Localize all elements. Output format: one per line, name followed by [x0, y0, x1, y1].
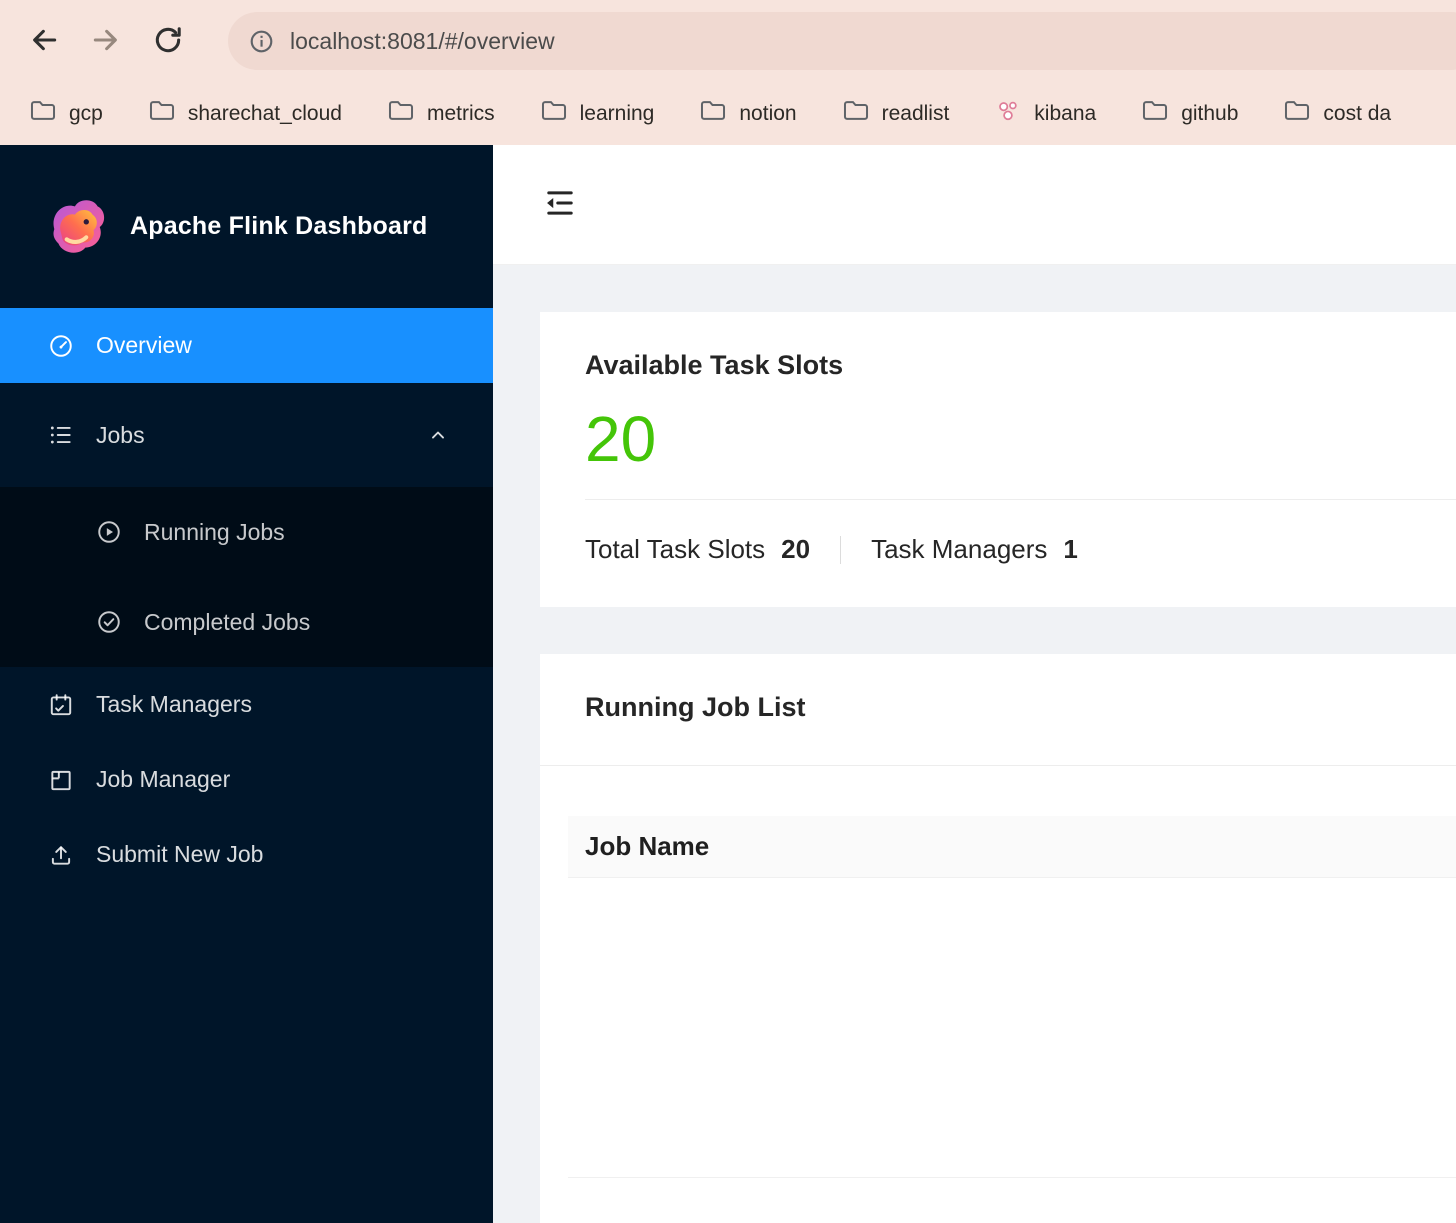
bookmark-github[interactable]: github: [1142, 100, 1238, 127]
main-content: Available Task Slots 20 Total Task Slots…: [493, 145, 1456, 1223]
table-header-row: Job Name: [568, 816, 1456, 878]
sidebar-item-jobs[interactable]: Jobs: [0, 383, 493, 487]
bookmark-kibana[interactable]: kibana: [995, 99, 1096, 129]
content-body: Available Task Slots 20 Total Task Slots…: [493, 265, 1456, 1223]
card-header: Running Job List: [540, 654, 1456, 766]
reload-icon: [152, 24, 184, 59]
sidebar-item-task-managers[interactable]: Task Managers: [0, 667, 493, 742]
sidebar-item-submit-new-job[interactable]: Submit New Job: [0, 817, 493, 892]
total-task-slots-label: Total Task Slots: [585, 534, 766, 564]
list-icon: [48, 422, 74, 448]
sidebar-item-label: Completed Jobs: [144, 608, 311, 635]
bookmark-label: sharechat_cloud: [187, 101, 342, 125]
folder-icon: [1284, 100, 1310, 127]
sidebar: Apache Flink Dashboard Overview Jobs Run…: [0, 145, 493, 1223]
bookmark-label: github: [1181, 101, 1239, 125]
bookmark-sharechat-cloud[interactable]: sharechat_cloud: [149, 100, 342, 127]
card-title: Available Task Slots: [585, 350, 844, 380]
divider: [585, 499, 1456, 500]
bookmark-cost-dashboard[interactable]: cost da: [1284, 100, 1391, 127]
table-empty-body: [568, 878, 1456, 1178]
sidebar-nav: Overview Jobs Running Jobs Completed Job…: [0, 308, 493, 892]
job-name-column-header: Job Name: [585, 831, 710, 861]
forward-arrow-icon: [90, 24, 122, 59]
bookmark-label: learning: [579, 101, 655, 125]
browser-toolbar: localhost:8081/#/overview: [0, 0, 1456, 82]
bookmark-notion[interactable]: notion: [700, 100, 797, 127]
folder-icon: [30, 100, 56, 127]
sidebar-item-completed-jobs[interactable]: Completed Jobs: [0, 577, 493, 667]
site-info-icon[interactable]: [248, 28, 275, 55]
sidebar-item-label: Running Jobs: [144, 518, 285, 545]
content-header: [493, 145, 1456, 265]
kibana-icon: [995, 99, 1021, 129]
vertical-divider: [840, 535, 842, 564]
play-circle-icon: [96, 519, 122, 545]
folder-icon: [149, 100, 175, 127]
sidebar-item-label: Job Manager: [96, 766, 231, 792]
dashboard-gauge-icon: [48, 333, 74, 359]
upload-icon: [48, 842, 74, 868]
borders-icon: [48, 767, 74, 793]
flink-squirrel-logo: [44, 194, 110, 260]
bookmark-readlist[interactable]: readlist: [843, 100, 950, 127]
url-text: localhost:8081/#/overview: [290, 27, 555, 54]
back-button[interactable]: [18, 15, 70, 67]
bookmark-gcp[interactable]: gcp: [30, 100, 103, 127]
bookmark-label: gcp: [69, 101, 103, 125]
reload-button[interactable]: [142, 15, 194, 67]
check-circle-icon: [96, 609, 122, 635]
back-arrow-icon: [28, 24, 60, 59]
forward-button[interactable]: [80, 15, 132, 67]
jobs-submenu: Running Jobs Completed Jobs: [0, 487, 493, 667]
sidebar-item-running-jobs[interactable]: Running Jobs: [0, 487, 493, 577]
bookmarks-bar: gcp sharechat_cloud metrics learning not…: [0, 82, 1456, 145]
folder-icon: [843, 100, 869, 127]
brand-header: Apache Flink Dashboard: [0, 145, 493, 278]
bookmark-label: metrics: [426, 101, 495, 125]
bookmark-label: readlist: [881, 101, 950, 125]
chevron-up-icon: [427, 424, 449, 446]
bookmark-metrics[interactable]: metrics: [388, 100, 495, 127]
address-bar[interactable]: localhost:8081/#/overview: [228, 12, 1456, 70]
browser-chrome: localhost:8081/#/overview gcp sharechat_…: [0, 0, 1456, 145]
running-jobs-table: Job Name: [568, 816, 1456, 1178]
total-task-slots-value: 20: [781, 534, 811, 564]
sidebar-item-label: Jobs: [96, 421, 145, 448]
sidebar-item-job-manager[interactable]: Job Manager: [0, 742, 493, 817]
bookmark-label: cost da: [1323, 101, 1392, 125]
running-job-list-card: Running Job List Job Name: [540, 654, 1456, 1223]
folder-icon: [388, 100, 414, 127]
folder-icon: [1142, 100, 1168, 127]
folder-icon: [700, 100, 726, 127]
sidebar-item-label: Task Managers: [96, 691, 252, 717]
sidebar-item-label: Submit New Job: [96, 841, 264, 867]
available-slots-value: 20: [585, 403, 657, 475]
folder-icon: [541, 100, 567, 127]
schedule-icon: [48, 692, 74, 718]
app-title: Apache Flink Dashboard: [130, 212, 428, 240]
task-managers-value: 1: [1063, 534, 1078, 564]
bookmark-label: notion: [739, 101, 797, 125]
bookmark-label: kibana: [1034, 101, 1097, 125]
menu-fold-button[interactable]: [540, 185, 580, 225]
available-task-slots-card: Available Task Slots 20 Total Task Slots…: [540, 312, 1456, 607]
sidebar-item-label: Overview: [96, 332, 192, 358]
card-title: Running Job List: [585, 692, 806, 722]
bookmark-learning[interactable]: learning: [541, 100, 655, 127]
sidebar-item-overview[interactable]: Overview: [0, 308, 493, 383]
slots-stats-row: Total Task Slots 20 Task Managers 1: [585, 534, 1456, 595]
task-managers-label: Task Managers: [871, 534, 1048, 564]
menu-fold-icon: [542, 191, 578, 224]
